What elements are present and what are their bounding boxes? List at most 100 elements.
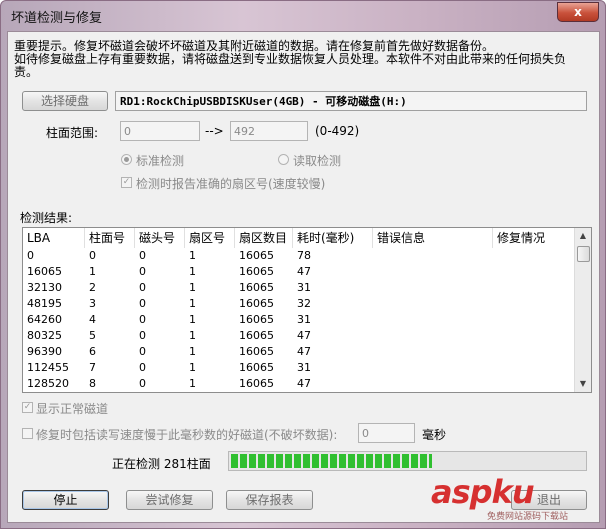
cell-repair — [493, 312, 497, 328]
read-check-radio[interactable] — [278, 154, 289, 165]
detection-status-text: 正在检测 281柱面 — [112, 457, 211, 471]
cell-sector-count: 16065 — [239, 329, 274, 342]
cell-cylinder: 5 — [89, 329, 96, 342]
table-row[interactable]: 48195 3 0 1 16065 32 — [23, 296, 575, 312]
column-header-cylinder[interactable]: 柱面号 — [85, 228, 135, 248]
cell-sector: 1 — [189, 265, 196, 278]
scroll-down-icon[interactable]: ▼ — [575, 376, 591, 392]
repair-slow-checkbox[interactable] — [22, 428, 33, 439]
cell-time: 78 — [297, 249, 311, 262]
cell-lba: 16065 — [27, 265, 62, 278]
table-row[interactable]: 96390 6 0 1 16065 47 — [23, 344, 575, 360]
cell-cylinder: 8 — [89, 377, 96, 390]
results-header: LBA 柱面号 磁头号 扇区号 扇区数目 耗时(毫秒) 错误信息 修复情况 — [23, 228, 575, 248]
cell-time: 31 — [297, 281, 311, 294]
cell-repair — [493, 296, 497, 312]
column-header-time[interactable]: 耗时(毫秒) — [293, 228, 373, 248]
cylinder-range-hint: (0-492) — [315, 124, 360, 138]
cell-time: 47 — [297, 329, 311, 342]
progress-fill — [231, 454, 433, 468]
cell-sector: 1 — [189, 329, 196, 342]
read-check-label: 读取检测 — [293, 154, 342, 168]
range-arrow: --> — [205, 124, 224, 138]
scroll-up-icon[interactable]: ▲ — [575, 228, 591, 244]
show-normal-label: 显示正常磁道 — [36, 402, 109, 416]
try-repair-button[interactable]: 尝试修复 — [126, 490, 213, 510]
cell-error — [373, 248, 377, 264]
cylinder-from-input[interactable]: 0 — [120, 121, 200, 141]
table-row[interactable]: 0 0 0 1 16065 78 — [23, 248, 575, 264]
cell-sector-count: 16065 — [239, 297, 274, 310]
cell-cylinder: 7 — [89, 361, 96, 374]
results-label: 检测结果: — [20, 211, 73, 225]
notice-line-2: 如待修复磁盘上存有重要数据，请将磁盘送到专业数据恢复人员处理。本软件不对由此带来… — [14, 52, 567, 66]
stop-button[interactable]: 停止 — [22, 490, 109, 510]
window-title: 坏道检测与修复 — [11, 11, 103, 26]
repair-slow-label: 修复时包括读写速度慢于此毫秒数的好磁道(不破坏数据): — [36, 428, 338, 442]
table-row[interactable]: 64260 4 0 1 16065 31 — [23, 312, 575, 328]
title-bar[interactable]: 坏道检测与修复 x — [1, 1, 605, 31]
cell-head: 0 — [139, 249, 146, 262]
cylinder-range-label: 柱面范围: — [46, 126, 99, 140]
cell-error — [373, 312, 377, 328]
report-sector-label: 检测时报告准确的扇区号(速度较慢) — [136, 177, 326, 191]
cell-sector: 1 — [189, 313, 196, 326]
column-header-sector-count[interactable]: 扇区数目 — [235, 228, 293, 248]
cell-cylinder: 1 — [89, 265, 96, 278]
warning-notice: 重要提示。修复坏磁道会破坏坏磁道及其附近磁道的数据。请在修复前首先做好数据备份。… — [14, 40, 594, 79]
table-row[interactable]: 80325 5 0 1 16065 47 — [23, 328, 575, 344]
cell-error — [373, 280, 377, 296]
notice-line-3: 责。 — [14, 65, 39, 79]
results-list[interactable]: LBA 柱面号 磁头号 扇区号 扇区数目 耗时(毫秒) 错误信息 修复情况 0 0… — [22, 227, 592, 393]
cell-cylinder: 6 — [89, 345, 96, 358]
cell-time: 31 — [297, 313, 311, 326]
cell-time: 32 — [297, 297, 311, 310]
show-normal-checkbox[interactable]: ✓ — [22, 402, 33, 413]
results-scrollbar[interactable]: ▲ ▼ — [574, 228, 591, 392]
cell-repair — [493, 344, 497, 360]
cell-sector-count: 16065 — [239, 265, 274, 278]
cell-sector: 1 — [189, 377, 196, 390]
table-row[interactable]: 128520 8 0 1 16065 47 — [23, 376, 575, 392]
ms-threshold-input[interactable]: 0 — [358, 423, 415, 443]
select-disk-button[interactable]: 选择硬盘 — [22, 91, 108, 111]
column-header-error[interactable]: 错误信息 — [373, 228, 493, 248]
cell-lba: 128520 — [27, 377, 69, 390]
column-header-lba[interactable]: LBA — [23, 228, 85, 248]
cell-time: 31 — [297, 361, 311, 374]
cell-sector: 1 — [189, 361, 196, 374]
cell-sector-count: 16065 — [239, 281, 274, 294]
save-report-button[interactable]: 保存报表 — [226, 490, 313, 510]
cell-sector-count: 16065 — [239, 313, 274, 326]
cell-time: 47 — [297, 377, 311, 390]
close-button[interactable]: x — [557, 2, 599, 22]
cell-error — [373, 264, 377, 280]
ms-unit-label: 毫秒 — [422, 428, 447, 442]
cell-cylinder: 4 — [89, 313, 96, 326]
cell-head: 0 — [139, 265, 146, 278]
table-row[interactable]: 112455 7 0 1 16065 31 — [23, 360, 575, 376]
dialog-client-area: 重要提示。修复坏磁道会破坏坏磁道及其附近磁道的数据。请在修复前首先做好数据备份。… — [7, 31, 600, 523]
column-header-repair[interactable]: 修复情况 — [493, 228, 575, 248]
cell-repair — [493, 264, 497, 280]
cell-sector: 1 — [189, 297, 196, 310]
table-row[interactable]: 16065 1 0 1 16065 47 — [23, 264, 575, 280]
cell-time: 47 — [297, 265, 311, 278]
repair-dialog-window: 坏道检测与修复 x 重要提示。修复坏磁道会破坏坏磁道及其附近磁道的数据。请在修复… — [0, 0, 606, 529]
cell-lba: 32130 — [27, 281, 62, 294]
standard-check-radio[interactable] — [121, 154, 132, 165]
cell-repair — [493, 248, 497, 264]
cell-head: 0 — [139, 345, 146, 358]
column-header-sector[interactable]: 扇区号 — [185, 228, 235, 248]
scroll-thumb[interactable] — [577, 246, 590, 262]
table-row[interactable]: 32130 2 0 1 16065 31 — [23, 280, 575, 296]
cell-repair — [493, 328, 497, 344]
cell-sector: 1 — [189, 249, 196, 262]
detection-progress-bar — [228, 451, 587, 471]
cell-cylinder: 3 — [89, 297, 96, 310]
cell-time: 47 — [297, 345, 311, 358]
cell-cylinder: 0 — [89, 249, 96, 262]
cylinder-to-input[interactable]: 492 — [230, 121, 308, 141]
column-header-head[interactable]: 磁头号 — [135, 228, 185, 248]
report-sector-checkbox[interactable]: ✓ — [121, 177, 132, 188]
